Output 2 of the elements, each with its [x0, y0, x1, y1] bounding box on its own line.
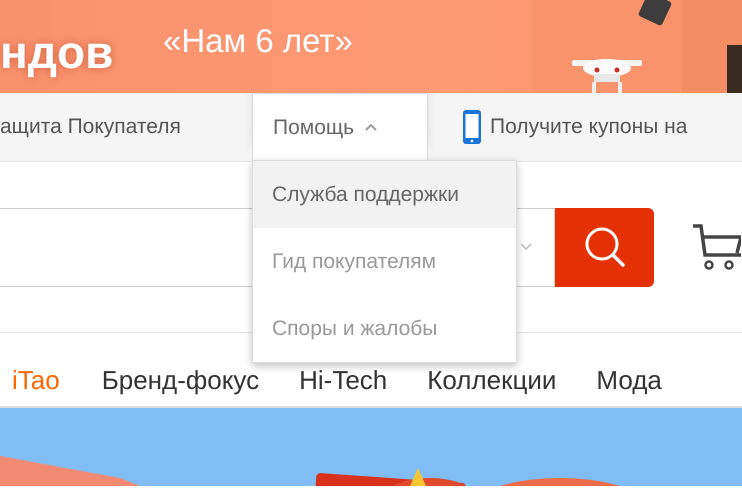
banner-headline: «Нам 6 лет»: [162, 24, 353, 61]
banner-title: ндов: [0, 29, 114, 80]
